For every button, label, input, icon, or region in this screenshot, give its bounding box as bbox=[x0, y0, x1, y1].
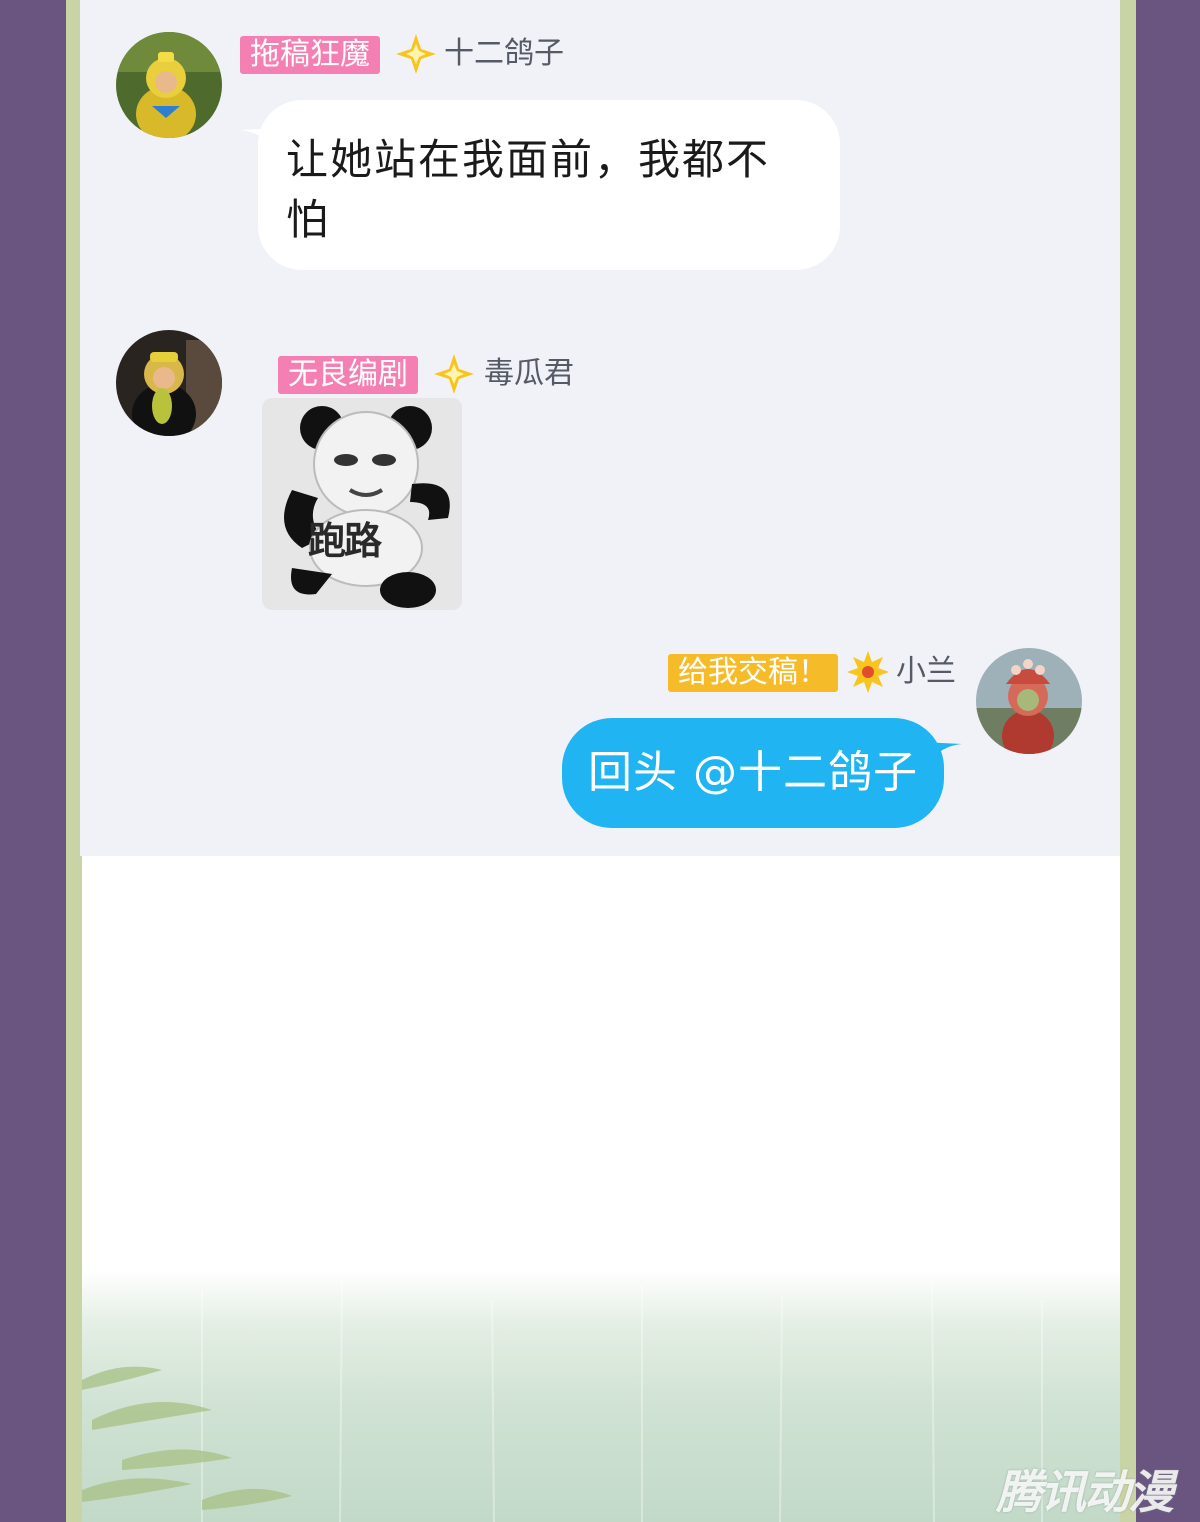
sticker-caption: 跑路 bbox=[308, 519, 382, 563]
badge-user3: 给我交稿！ bbox=[668, 654, 838, 692]
star-icon bbox=[434, 354, 474, 394]
message-bubble-3[interactable]: 回头 @十二鸽子 bbox=[562, 718, 944, 828]
left-border bbox=[0, 0, 66, 1522]
message-text-line1: 让她站在我面前，我都不 bbox=[286, 135, 771, 184]
bubble-tail bbox=[922, 742, 962, 770]
username-user1[interactable]: 十二鸽子 bbox=[444, 34, 564, 74]
sticker-panda[interactable]: 跑路 bbox=[262, 398, 462, 610]
badge-user1: 拖稿狂魔 bbox=[240, 36, 380, 74]
message-text-line2: 怕 bbox=[286, 195, 331, 244]
watermark-logo: 腾讯动漫 bbox=[996, 1465, 1174, 1519]
star-icon bbox=[847, 651, 889, 693]
username-user3[interactable]: 小兰 bbox=[896, 652, 956, 692]
avatar-user2[interactable] bbox=[116, 330, 222, 436]
avatar-user1[interactable] bbox=[116, 32, 222, 138]
background-scenery bbox=[82, 1270, 1120, 1522]
right-border bbox=[1136, 0, 1200, 1522]
avatar-self[interactable] bbox=[976, 648, 1082, 754]
message-bubble-1[interactable]: 让她站在我面前，我都不 怕 bbox=[258, 100, 840, 270]
badge-user2: 无良编剧 bbox=[278, 356, 418, 394]
username-user2[interactable]: 毒瓜君 bbox=[484, 354, 574, 394]
star-icon bbox=[396, 34, 436, 74]
